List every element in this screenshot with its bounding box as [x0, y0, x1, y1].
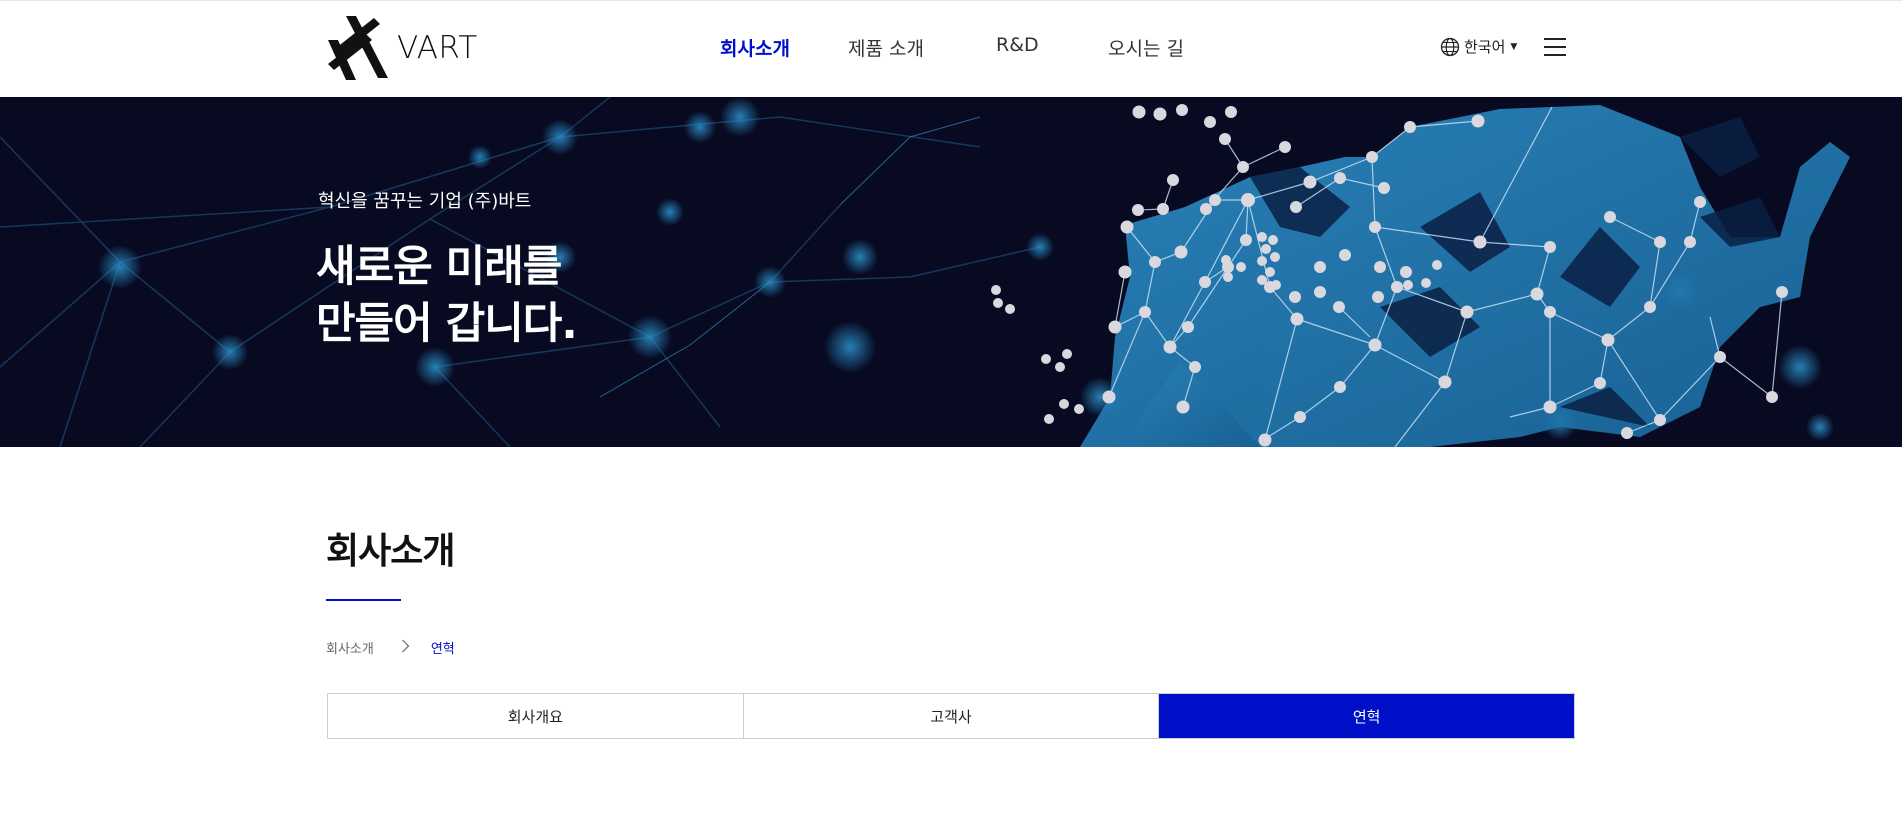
language-label: 한국어: [1464, 38, 1506, 56]
nav-item-products[interactable]: 제품 소개: [848, 34, 924, 61]
title-underline: [326, 599, 401, 601]
tab-overview[interactable]: 회사개요: [328, 694, 744, 738]
page-title: 회사소개: [326, 531, 455, 572]
nav-item-rnd[interactable]: R&D: [996, 34, 1039, 56]
tab-clients[interactable]: 고객사: [743, 694, 1160, 738]
tab-history[interactable]: 연혁: [1159, 694, 1575, 738]
breadcrumb-item-current: 연혁: [430, 642, 455, 657]
hamburger-menu-icon[interactable]: [1544, 38, 1566, 56]
nav-item-directions[interactable]: 오시는 길: [1108, 34, 1184, 61]
hero-title-line-2: 만들어 갑니다.: [316, 299, 578, 349]
sub-tabs: 회사개요 고객사 연혁: [327, 693, 1575, 739]
hero-title-line-1: 새로운 미래를: [316, 242, 562, 292]
breadcrumb-item-company[interactable]: 회사소개: [326, 638, 374, 657]
network-background-image: [0, 97, 1850, 447]
hero-title: 새로운 미래를 만들어 갑니다.: [316, 239, 578, 353]
nav-item-company[interactable]: 회사소개: [720, 34, 790, 61]
hero-banner: 혁신을 꿈꾸는 기업 (주)바트 새로운 미래를 만들어 갑니다.: [0, 97, 1902, 447]
main-navigation: 회사소개 제품 소개 R&D 오시는 길: [0, 34, 1902, 64]
chevron-right-icon: [401, 639, 410, 657]
hero-subtitle: 혁신을 꿈꾸는 기업 (주)바트: [318, 191, 532, 212]
globe-icon: [1440, 37, 1460, 56]
language-selector[interactable]: 한국어 ▼: [1440, 36, 1517, 57]
breadcrumb: 회사소개 연혁: [326, 638, 455, 657]
caret-down-icon: ▼: [1510, 41, 1518, 52]
site-header: VART 회사소개 제품 소개 R&D 오시는 길 한국어 ▼: [0, 0, 1902, 97]
